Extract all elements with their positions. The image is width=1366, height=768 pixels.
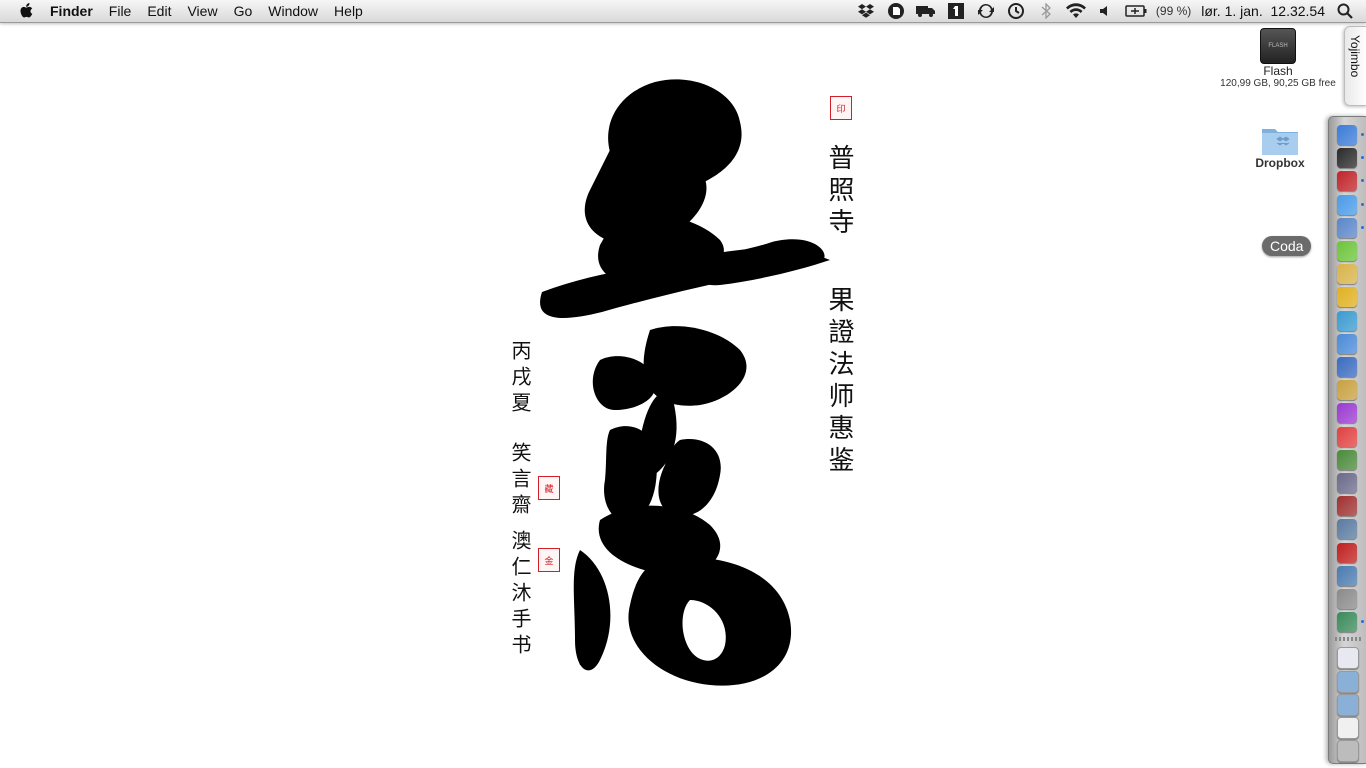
coda-dock-label: Coda xyxy=(1262,236,1312,256)
dock-dashboard-icon[interactable] xyxy=(1337,148,1357,169)
bluetooth-icon[interactable] xyxy=(1035,0,1057,22)
dock-running-indicator xyxy=(1361,179,1364,183)
menu-view[interactable]: View xyxy=(179,0,225,22)
flash-drive-capacity: 120,99 GB, 90,25 GB free xyxy=(1220,78,1336,89)
dock-film-icon[interactable] xyxy=(1337,542,1357,563)
menu-help[interactable]: Help xyxy=(326,0,371,22)
wifi-icon[interactable] xyxy=(1065,0,1087,22)
truck-icon[interactable] xyxy=(915,0,937,22)
menu-file[interactable]: File xyxy=(101,0,140,22)
dock-world-icon[interactable] xyxy=(1337,310,1357,331)
spotlight-icon[interactable] xyxy=(1334,0,1356,22)
dock-folder-1-icon[interactable] xyxy=(1337,670,1359,693)
dock-running-indicator xyxy=(1361,133,1364,136)
seal-stamp-top: 印 xyxy=(830,96,852,120)
time-machine-icon[interactable] xyxy=(1005,0,1027,22)
seal-stamp-mid: 藏 xyxy=(538,476,560,500)
dock-mail-icon[interactable] xyxy=(1337,333,1357,354)
dock-at-doc-icon[interactable] xyxy=(1337,647,1359,670)
dock-running-indicator xyxy=(1361,202,1364,206)
dropbox-desktop-icon[interactable]: Dropbox xyxy=(1240,124,1320,170)
yojimbo-tab-label: Yojimbo xyxy=(1348,35,1362,78)
dock-running-indicator xyxy=(1361,156,1364,160)
flash-drive-icon: FLASH xyxy=(1260,28,1296,64)
dock-xcode-icon[interactable] xyxy=(1337,357,1357,377)
dock-trash-icon[interactable] xyxy=(1337,740,1359,763)
seal-stamp-low: 金 xyxy=(538,548,560,572)
dock-pen-icon[interactable] xyxy=(1337,473,1357,493)
menu-go[interactable]: Go xyxy=(226,0,261,22)
dock-books-icon[interactable] xyxy=(1337,496,1357,517)
dock-red-app-icon[interactable] xyxy=(1337,171,1357,192)
dock-coda-icon[interactable] xyxy=(1337,241,1357,261)
inscription-left-2: 笑言齋 xyxy=(508,442,532,520)
dock-calendar-icon[interactable] xyxy=(1337,426,1357,447)
battery-percent[interactable]: (99 %) xyxy=(1151,0,1196,22)
inscription-left-1: 丙戌夏 xyxy=(508,340,532,418)
dock-separator xyxy=(1335,637,1361,642)
dropbox-label: Dropbox xyxy=(1255,156,1305,170)
dock xyxy=(1328,116,1366,764)
inscription-left-3: 澳仁沐手书 xyxy=(508,530,532,660)
yojimbo-drop-tab[interactable]: Yojimbo xyxy=(1344,26,1366,106)
dock-finder-icon[interactable] xyxy=(1337,125,1357,145)
dropbox-folder-icon xyxy=(1261,124,1299,156)
flash-drive-desktop-icon[interactable]: FLASH Flash 120,99 GB, 90,25 GB free xyxy=(1210,28,1346,89)
dock-display-icon[interactable] xyxy=(1337,612,1357,633)
dock-safari-icon[interactable] xyxy=(1337,194,1357,215)
volume-icon[interactable] xyxy=(1095,0,1117,22)
menu-bar: Finder File Edit View Go Window Help (99… xyxy=(0,0,1366,23)
dock-notes-icon[interactable] xyxy=(1337,380,1357,401)
menu-edit[interactable]: Edit xyxy=(139,0,179,22)
dock-folder-2-icon[interactable] xyxy=(1337,693,1359,716)
calligraphy-wallpaper: 印 普照寺 果證法师惠鉴 丙戌夏 笑言齋 澳仁沐手书 藏 金 xyxy=(480,60,900,700)
dock-globe-icon[interactable] xyxy=(1337,565,1357,586)
menu-clock[interactable]: lør. 1. jan. 12.32.54 xyxy=(1196,0,1330,22)
dock-document-icon[interactable] xyxy=(1337,717,1359,739)
dropbox-icon[interactable] xyxy=(855,0,877,22)
menu-window[interactable]: Window xyxy=(260,0,326,22)
dock-purple-app-icon[interactable] xyxy=(1337,403,1357,424)
sync-icon[interactable] xyxy=(975,0,997,22)
one-password-icon[interactable] xyxy=(945,0,967,22)
dock-photos-icon[interactable] xyxy=(1337,519,1357,540)
inscription-right-2: 果證法师惠鉴 xyxy=(824,286,854,478)
dock-folders-icon[interactable] xyxy=(1337,264,1357,285)
menu-app-name[interactable]: Finder xyxy=(42,0,101,22)
apple-menu-icon[interactable] xyxy=(12,0,42,22)
inscription-right-1: 普照寺 xyxy=(824,144,854,240)
dock-screenshot-icon[interactable] xyxy=(1337,589,1357,609)
dock-running-indicator xyxy=(1361,225,1364,229)
flash-drive-label: Flash xyxy=(1263,64,1293,78)
dock-smile-icon[interactable] xyxy=(1337,287,1357,308)
battery-icon[interactable] xyxy=(1125,0,1147,22)
dock-running-indicator xyxy=(1361,620,1364,624)
evernote-icon[interactable] xyxy=(885,0,907,22)
dock-chart-icon[interactable] xyxy=(1337,449,1357,470)
dock-preview-icon[interactable] xyxy=(1337,217,1357,238)
